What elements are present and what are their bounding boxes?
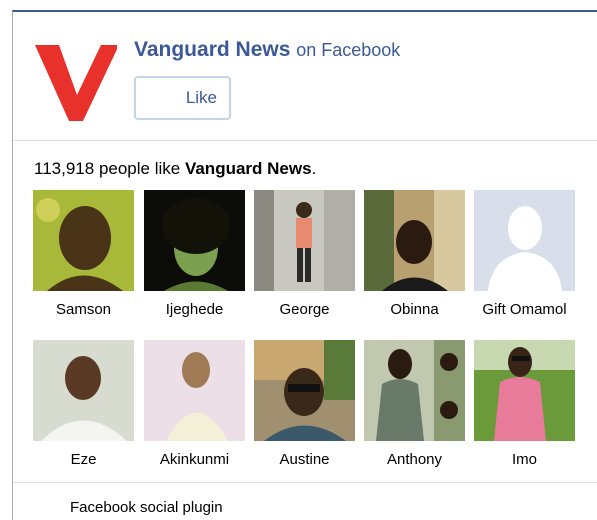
fan-count-text: people like bbox=[98, 159, 181, 178]
on-facebook-text[interactable]: on Facebook bbox=[296, 40, 400, 60]
page-name[interactable]: Vanguard News bbox=[134, 38, 290, 61]
fan-photo[interactable] bbox=[33, 190, 134, 291]
fan-item[interactable]: Austine bbox=[254, 340, 355, 468]
fan-name[interactable]: Austine bbox=[254, 451, 355, 468]
like-button[interactable]: Like bbox=[134, 76, 231, 120]
fan-photo[interactable] bbox=[474, 340, 575, 441]
fan-count-page-name: Vanguard News bbox=[184, 159, 312, 178]
vanguard-logo[interactable] bbox=[33, 37, 117, 121]
fan-photo[interactable] bbox=[144, 190, 245, 291]
fan-photo[interactable] bbox=[254, 340, 355, 441]
fan-item[interactable]: Samson bbox=[33, 190, 134, 318]
fan-name[interactable]: Samson bbox=[33, 301, 134, 318]
page-title-link[interactable]: Vanguard News on Facebook bbox=[134, 38, 400, 62]
divider bbox=[13, 140, 597, 141]
fan-box-widget: Vanguard News on Facebook Like 113,918 p… bbox=[12, 10, 597, 520]
fan-name[interactable]: Imo bbox=[474, 451, 575, 468]
footer-divider bbox=[13, 482, 597, 483]
fan-name[interactable]: Akinkunmi bbox=[144, 451, 245, 468]
fan-item[interactable]: Eze bbox=[33, 340, 134, 468]
fan-item[interactable]: Obinna bbox=[364, 190, 465, 318]
fan-item[interactable]: Ijeghede bbox=[144, 190, 245, 318]
fan-photo[interactable] bbox=[364, 340, 465, 441]
fan-item[interactable]: George bbox=[254, 190, 355, 318]
like-label: Like bbox=[185, 88, 217, 107]
fan-photo[interactable] bbox=[254, 190, 355, 291]
fan-item[interactable]: Anthony bbox=[364, 340, 465, 468]
social-plugin-link[interactable]: Facebook social plugin bbox=[70, 499, 223, 516]
fan-name[interactable]: Obinna bbox=[364, 301, 465, 318]
fan-photo-placeholder[interactable] bbox=[474, 190, 575, 291]
fan-count: 113,918 bbox=[34, 159, 95, 178]
fan-item[interactable]: Imo bbox=[474, 340, 575, 468]
fan-item[interactable]: Gift Omamol bbox=[474, 190, 575, 318]
widget-header: Vanguard News on Facebook Like bbox=[13, 12, 597, 140]
fan-name[interactable]: George bbox=[254, 301, 355, 318]
fan-photo[interactable] bbox=[144, 340, 245, 441]
fan-photo[interactable] bbox=[33, 340, 134, 441]
fan-name[interactable]: Anthony bbox=[364, 451, 465, 468]
fan-photo[interactable] bbox=[364, 190, 465, 291]
fan-item[interactable]: Akinkunmi bbox=[144, 340, 245, 468]
fan-name[interactable]: Eze bbox=[33, 451, 134, 468]
fan-count-line: 113,918 people like Vanguard News. bbox=[34, 159, 316, 179]
fan-count-period: . bbox=[311, 159, 317, 178]
fan-name[interactable]: Ijeghede bbox=[144, 301, 245, 318]
fan-name[interactable]: Gift Omamol bbox=[474, 301, 575, 318]
